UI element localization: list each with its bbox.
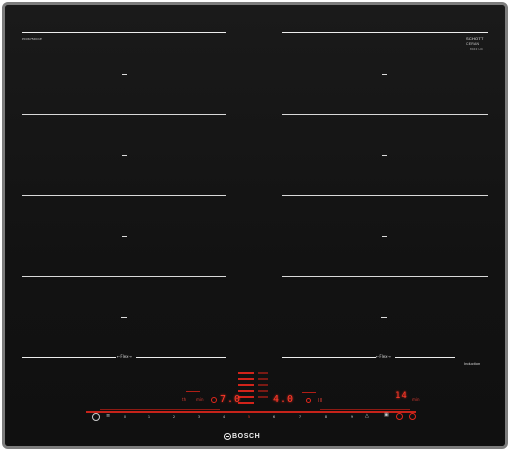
zone-right-3-top-line bbox=[282, 195, 488, 196]
cooktop-glass-surface bbox=[2, 2, 508, 449]
scale-label-6[interactable]: 6 bbox=[270, 415, 278, 419]
child-lock-icon[interactable]: ≡ bbox=[106, 414, 110, 419]
zone-right-bottom-line-a bbox=[282, 357, 376, 358]
level-bar-3b bbox=[258, 384, 268, 386]
zone-left-4-top-line bbox=[22, 276, 226, 277]
timer-icon[interactable]: ▣ bbox=[384, 413, 389, 418]
scale-label-0[interactable]: 0 bbox=[121, 415, 129, 419]
induction-label: Induction bbox=[464, 361, 481, 366]
scale-label-2[interactable]: 2 bbox=[170, 415, 178, 419]
zone-left-1-top-line bbox=[22, 32, 226, 33]
level-bar-2b bbox=[258, 378, 268, 380]
scale-label-1[interactable]: 1 bbox=[145, 415, 153, 419]
timer-unit-label: min bbox=[412, 397, 420, 402]
flex-zone-right-label: ←Flex→ bbox=[376, 354, 391, 359]
ceran-text: CERAN bbox=[466, 42, 480, 46]
zone-right-2-top-line bbox=[282, 114, 488, 115]
scale-label-3[interactable]: 3 bbox=[195, 415, 203, 419]
zone-right-4-top-line bbox=[282, 276, 488, 277]
zone-left-bottom-line-a bbox=[22, 357, 116, 358]
scale-label-8[interactable]: 8 bbox=[322, 415, 330, 419]
zone-left-bottom-line-b bbox=[136, 357, 226, 358]
zone-left-1-center-mark bbox=[122, 74, 127, 75]
level-bar-8 bbox=[302, 392, 316, 393]
timer-display: 14 bbox=[395, 391, 408, 401]
boost-label: III bbox=[318, 398, 323, 404]
secondary-power-display: 4.0 bbox=[273, 394, 295, 405]
schott-text: SCHOTT bbox=[466, 36, 484, 41]
powerboost-icon[interactable]: △ bbox=[365, 414, 369, 419]
minutes-label: min bbox=[196, 397, 204, 402]
slider-active-segment bbox=[100, 409, 220, 410]
level-bar-1 bbox=[238, 372, 254, 374]
level-bar-7 bbox=[186, 391, 200, 392]
brand-name: BOSCH bbox=[232, 433, 261, 440]
power-level-display: 7.0 bbox=[220, 394, 242, 405]
zone-right-1-top-line bbox=[282, 32, 488, 33]
zone-left-3-top-line bbox=[22, 195, 226, 196]
slider-active-segment-2 bbox=[320, 409, 410, 410]
bosch-logo-icon bbox=[224, 433, 231, 440]
zone-right-4-center-mark bbox=[381, 317, 387, 318]
level-bar-4b bbox=[258, 390, 268, 392]
level-bar-2 bbox=[238, 378, 254, 380]
zone-left-4-center-mark bbox=[121, 317, 127, 318]
zone-left-2-top-line bbox=[22, 114, 226, 115]
zone-right-1-center-mark bbox=[382, 74, 387, 75]
scale-label-7[interactable]: 7 bbox=[296, 415, 304, 419]
ceran-model-text: 8043 HC bbox=[470, 47, 484, 51]
power-icon[interactable] bbox=[92, 413, 100, 421]
zone-right-2-center-mark bbox=[382, 155, 387, 156]
level-bar-5b bbox=[258, 396, 268, 398]
level-bar-4 bbox=[238, 390, 254, 392]
scale-label-9[interactable]: 9 bbox=[348, 415, 356, 419]
hours-label: th bbox=[182, 397, 187, 402]
scale-label-5[interactable]: 5 bbox=[245, 415, 253, 419]
level-bar-3 bbox=[238, 384, 254, 386]
settings-icon[interactable] bbox=[396, 413, 403, 420]
flex-zone-left-label: ←Flex→ bbox=[117, 354, 132, 359]
pan-detect-icon[interactable] bbox=[306, 398, 311, 403]
zone-right-bottom-line-b bbox=[395, 357, 455, 358]
keep-warm-icon[interactable] bbox=[211, 397, 217, 403]
zone-left-2-center-mark bbox=[122, 155, 127, 156]
zone-right-3-center-mark bbox=[382, 236, 387, 237]
stopwatch-icon[interactable] bbox=[409, 413, 416, 420]
scale-label-4[interactable]: 4 bbox=[220, 415, 228, 419]
level-bar-1b bbox=[258, 372, 268, 374]
zone-left-3-center-mark bbox=[122, 236, 127, 237]
model-label: PXX675DC1E bbox=[22, 37, 42, 41]
